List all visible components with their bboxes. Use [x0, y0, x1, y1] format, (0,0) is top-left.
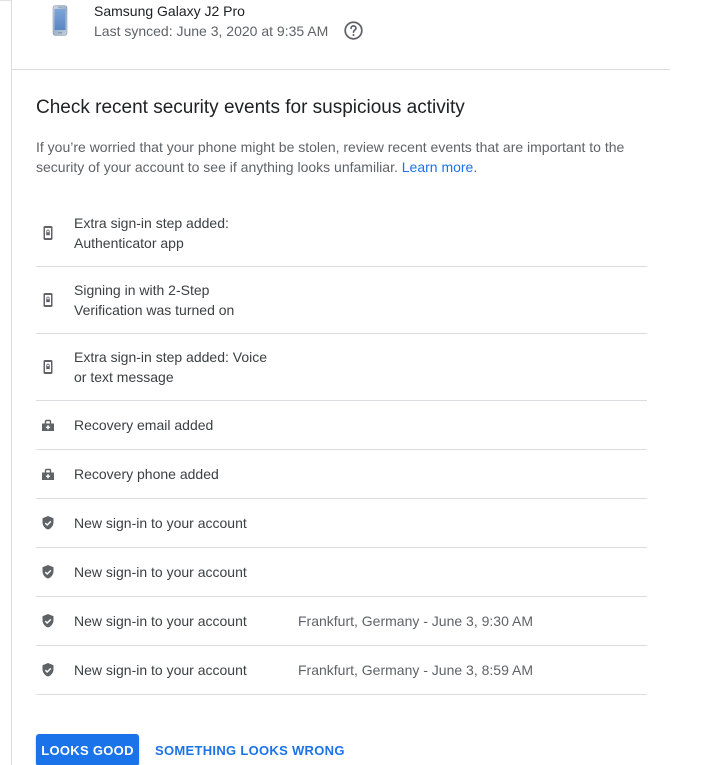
event-label: New sign-in to your account [74, 613, 247, 629]
help-circle-icon[interactable] [343, 20, 364, 41]
event-label: Signing in with 2-Step Verification was … [74, 282, 235, 318]
event-row[interactable]: New sign-in to your account [36, 499, 647, 548]
recovery-icon [42, 419, 54, 431]
event-row[interactable]: Signing in with 2-Step Verification was … [36, 267, 647, 334]
security-checkup-page: Samsung Galaxy J2 Pro Last synced: June … [0, 0, 711, 765]
shield-check-icon [42, 663, 54, 677]
event-detail: Frankfurt, Germany - June 3, 8:59 AM [298, 662, 533, 678]
phone-lock-icon [43, 360, 53, 374]
device-last-synced: Last synced: June 3, 2020 at 9:35 AM [94, 23, 329, 39]
phone-lock-icon [43, 293, 53, 307]
recovery-icon [42, 468, 54, 480]
shield-check-icon [42, 565, 54, 579]
event-row[interactable]: Extra sign-in step added: Voice or text … [36, 334, 647, 401]
section-description: If you’re worried that your phone might … [36, 139, 625, 175]
security-events-list: Extra sign-in step added: Authenticator … [36, 200, 647, 695]
device-card: Samsung Galaxy J2 Pro Last synced: June … [11, 0, 671, 70]
security-events-card: Check recent security events for suspici… [11, 70, 671, 765]
section-title: Check recent security events for suspici… [36, 97, 465, 118]
event-row[interactable]: Recovery phone added [36, 450, 647, 499]
event-label: New sign-in to your account [74, 564, 247, 580]
event-label: New sign-in to your account [74, 515, 247, 531]
phone-lock-icon [43, 226, 53, 240]
event-label: New sign-in to your account [74, 662, 247, 678]
shield-check-icon [42, 516, 54, 530]
event-row[interactable]: New sign-in to your account Frankfurt, G… [36, 597, 647, 646]
event-row[interactable]: New sign-in to your account Frankfurt, G… [36, 646, 647, 695]
learn-more-link[interactable]: Learn more [402, 159, 474, 175]
event-label: Extra sign-in step added: Voice or text … [74, 349, 268, 385]
event-detail: Frankfurt, Germany - June 3, 9:30 AM [298, 613, 533, 629]
event-row[interactable]: Extra sign-in step added: Authenticator … [36, 200, 647, 267]
device-name: Samsung Galaxy J2 Pro [94, 3, 245, 19]
event-row[interactable]: Recovery email added [36, 401, 647, 450]
right-margin [670, 0, 711, 765]
phone-image-icon [52, 5, 68, 36]
looks-good-button[interactable]: LOOKS GOOD [36, 734, 139, 765]
shield-check-icon [42, 614, 54, 628]
something-looks-wrong-button[interactable]: SOMETHING LOOKS WRONG [147, 734, 353, 765]
event-row[interactable]: New sign-in to your account [36, 548, 647, 597]
event-label: Recovery phone added [74, 466, 219, 482]
description-text: If you’re worried that your phone might … [36, 139, 625, 175]
event-label: Recovery email added [74, 417, 214, 433]
event-label: Extra sign-in step added: Authenticator … [74, 215, 229, 251]
